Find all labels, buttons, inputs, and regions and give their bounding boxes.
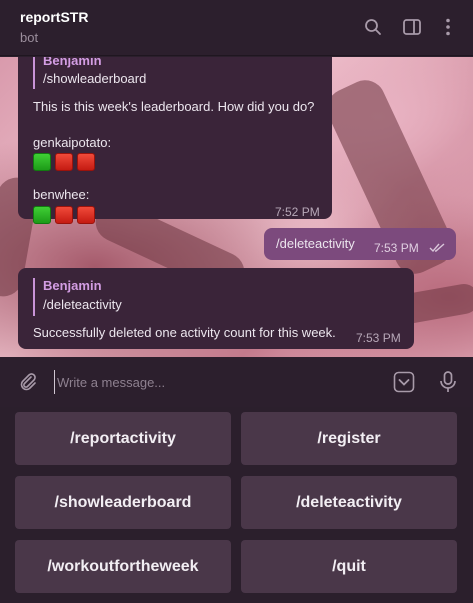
red-square-icon	[77, 153, 95, 171]
keyboard-button-register[interactable]: /register	[241, 412, 457, 465]
search-icon[interactable]	[362, 16, 384, 38]
reply-author: Benjamin	[43, 57, 102, 68]
keyboard-button-deleteactivity[interactable]: /deleteactivity	[241, 476, 457, 529]
message-composer	[0, 357, 473, 407]
red-square-icon	[55, 206, 73, 224]
message-text: This is this week's leaderboard. How did…	[33, 99, 315, 114]
bot-keyboard: /reportactivity /register /showleaderboa…	[0, 407, 473, 603]
message-outgoing[interactable]: /deleteactivity 7:53 PM	[264, 228, 456, 260]
activity-squares	[33, 206, 99, 227]
keyboard-button-quit[interactable]: /quit	[241, 540, 457, 593]
message-time: 7:52 PM	[275, 205, 320, 219]
green-square-icon	[33, 206, 51, 224]
microphone-icon[interactable]	[437, 370, 459, 394]
leaderboard-user: benwhee:	[33, 187, 90, 202]
message-incoming[interactable]: Benjamin /showleaderboard This is this w…	[18, 57, 332, 224]
chat-subtitle: bot	[20, 30, 39, 45]
message-incoming[interactable]: Benjamin /deleteactivity Successfully de…	[18, 268, 414, 349]
reply-quote[interactable]: Benjamin /showleaderboard	[33, 57, 146, 89]
double-check-icon	[429, 241, 446, 256]
keyboard-button-showleaderboard[interactable]: /showleaderboard	[15, 476, 231, 529]
reply-text: /deleteactivity	[43, 297, 122, 312]
red-square-icon	[77, 206, 95, 224]
reply-quote[interactable]: Benjamin /deleteactivity	[33, 278, 122, 316]
green-square-icon	[33, 153, 51, 171]
message-time: 7:53 PM	[356, 331, 401, 345]
keyboard-toggle-icon[interactable]	[393, 371, 415, 393]
message-text: /deleteactivity	[276, 236, 355, 251]
message-time: 7:53 PM	[374, 241, 419, 255]
paperclip-icon[interactable]	[17, 371, 39, 393]
more-vertical-icon[interactable]	[437, 16, 459, 38]
reply-author: Benjamin	[43, 278, 102, 293]
message-input[interactable]	[54, 370, 374, 394]
chat-header: reportSTR bot	[0, 0, 473, 56]
keyboard-button-workoutfortheweek[interactable]: /workoutfortheweek	[15, 540, 231, 593]
reply-text: /showleaderboard	[43, 71, 147, 86]
activity-squares	[33, 153, 99, 174]
keyboard-button-reportactivity[interactable]: /reportactivity	[15, 412, 231, 465]
red-square-icon	[55, 153, 73, 171]
message-text: Successfully deleted one activity count …	[33, 325, 336, 340]
sidebar-toggle-icon[interactable]	[401, 16, 423, 38]
leaderboard-user: genkaipotato:	[33, 135, 112, 150]
chat-history[interactable]: Benjamin /showleaderboard This is this w…	[0, 57, 473, 357]
chat-title[interactable]: reportSTR	[20, 9, 88, 25]
